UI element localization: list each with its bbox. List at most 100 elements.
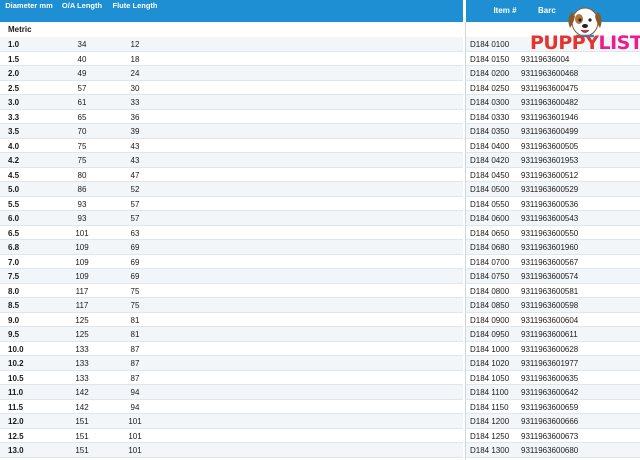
cell-diameter: 2.5 [8, 83, 20, 93]
table-row: 3.3 65 36 D184 0330 9311963601946 [0, 110, 640, 124]
cell-flute-length: 69 [130, 243, 140, 252]
cell-flute-length: 87 [130, 359, 140, 368]
cell-barcode: 9311963600499 [521, 127, 579, 136]
cell-diameter: 3.3 [8, 112, 20, 122]
drill-spec-table: Diameter mm O/A Length Flute Length Item… [0, 0, 640, 460]
cell-diameter: 2.0 [8, 69, 20, 78]
cell-flute-length: 57 [130, 214, 140, 223]
cell-oa-length: 133 [75, 359, 89, 368]
column-divider-line [465, 22, 466, 460]
cell-diameter: 5.0 [8, 185, 20, 194]
cell-oa-length: 133 [75, 373, 89, 383]
cell-flute-length: 52 [130, 185, 140, 194]
cell-flute-length: 101 [128, 446, 142, 455]
cell-flute-length: 87 [130, 373, 140, 383]
cell-barcode: 9311963600604 [521, 315, 579, 325]
cell-oa-length: 40 [77, 54, 87, 64]
cell-barcode: 9311963600642 [521, 388, 579, 397]
table-row: 9.0 125 81 D184 0900 9311963600604 [0, 313, 640, 327]
cell-barcode: 9311963600512 [521, 170, 579, 180]
table-row: 10.2 133 87 D184 1020 9311963601977 [0, 356, 640, 371]
cell-flute-length: 47 [130, 170, 140, 180]
table-row: 6.0 93 57 D184 0600 9311963600543 [0, 211, 640, 226]
cell-diameter: 4.0 [8, 141, 20, 151]
table-row: 8.5 117 75 D184 0850 9311963600598 [0, 298, 640, 313]
logo-word-puppy: PUPPY [530, 32, 599, 54]
header-oa-length: O/A Length [61, 1, 103, 10]
cell-oa-length: 93 [77, 214, 87, 223]
cell-oa-length: 125 [75, 330, 89, 339]
cell-barcode: 9311963601953 [521, 156, 579, 165]
table-row: 3.5 70 39 D184 0350 9311963600499 [0, 124, 640, 139]
cell-oa-length: 117 [75, 301, 89, 310]
cell-flute-length: 81 [130, 315, 140, 325]
cell-flute-length: 75 [130, 286, 140, 296]
cell-diameter: 11.5 [8, 402, 24, 412]
table-header-left: Diameter mm O/A Length Flute Length [0, 0, 463, 22]
cell-barcode: 9311963600505 [521, 141, 579, 151]
cell-barcode: 9311963600550 [521, 228, 579, 238]
table-row: 7.5 109 69 D184 0750 9311963600574 [0, 269, 640, 284]
table-row: 4.0 75 43 D184 0400 9311963600505 [0, 139, 640, 153]
cell-barcode: 9311963600659 [521, 402, 579, 412]
table-row: 4.2 75 43 D184 0420 9311963601953 [0, 153, 640, 168]
header-flute-length: Flute Length [112, 1, 158, 10]
cell-barcode: 9311963600680 [521, 446, 579, 455]
cell-flute-length: 81 [130, 330, 140, 339]
cell-barcode: 9311963600574 [521, 272, 579, 281]
cell-diameter: 10.5 [8, 373, 24, 383]
cell-diameter: 8.5 [8, 301, 20, 310]
cell-diameter: 12.0 [8, 417, 24, 426]
cell-diameter: 1.5 [8, 54, 20, 64]
cell-flute-length: 69 [130, 272, 140, 281]
cell-flute-length: 33 [130, 98, 140, 107]
cell-oa-length: 49 [77, 69, 87, 78]
cell-diameter: 4.2 [8, 156, 20, 165]
cell-oa-length: 61 [77, 98, 87, 107]
cell-diameter: 12.5 [8, 431, 24, 441]
cell-oa-length: 75 [77, 141, 87, 151]
cell-oa-length: 142 [75, 402, 89, 412]
cell-diameter: 6.8 [8, 243, 20, 252]
cell-diameter: 11.0 [8, 388, 24, 397]
table-row: 13.0 151 101 D184 1300 9311963600680 [0, 443, 640, 458]
cell-barcode: 9311963600581 [521, 286, 579, 296]
cell-flute-length: 101 [128, 417, 142, 426]
cell-barcode: 9311963600567 [521, 257, 579, 267]
cell-flute-length: 30 [130, 83, 140, 93]
cell-barcode: 9311963600543 [521, 214, 579, 223]
cell-oa-length: 133 [75, 344, 89, 354]
cell-diameter: 13.0 [8, 446, 24, 455]
cell-oa-length: 117 [75, 286, 89, 296]
cell-oa-length: 125 [75, 315, 89, 325]
cell-diameter: 8.0 [8, 286, 20, 296]
cell-diameter: 7.0 [8, 257, 20, 267]
table-row: 6.8 109 69 D184 0680 9311963601960 [0, 240, 640, 255]
cell-oa-length: 151 [75, 417, 89, 426]
cell-diameter: 3.0 [8, 98, 20, 107]
cell-barcode: 9311963600536 [521, 199, 579, 209]
cell-diameter: 6.5 [8, 228, 20, 238]
cell-flute-length: 94 [130, 402, 140, 412]
cell-barcode: 9311963600628 [521, 344, 579, 354]
cell-oa-length: 109 [75, 272, 89, 281]
cell-barcode: 9311963600598 [521, 301, 579, 310]
logo-wordmark: PUPPYLIST [530, 33, 640, 53]
cell-barcode: 9311963601977 [521, 359, 579, 368]
cell-flute-length: 12 [130, 40, 140, 49]
cell-oa-length: 151 [75, 446, 89, 455]
table-row: 8.0 117 75 D184 0800 9311963600581 [0, 284, 640, 298]
cell-diameter: 6.0 [8, 214, 20, 223]
cell-flute-length: 75 [130, 301, 140, 310]
table-row: 11.0 142 94 D184 1100 9311963600642 [0, 385, 640, 400]
cell-flute-length: 43 [130, 141, 140, 151]
cell-oa-length: 34 [77, 40, 87, 49]
cell-flute-length: 18 [130, 54, 140, 64]
cell-diameter: 1.0 [8, 40, 20, 49]
cell-barcode: 9311963600482 [521, 98, 579, 107]
table-row: 12.5 151 101 D184 1250 9311963600673 [0, 429, 640, 443]
cell-flute-length: 101 [128, 431, 142, 441]
table-row: 5.0 86 52 D184 0500 9311963600529 [0, 182, 640, 197]
cell-oa-length: 65 [77, 112, 87, 122]
cell-barcode: 9311963600666 [521, 417, 579, 426]
